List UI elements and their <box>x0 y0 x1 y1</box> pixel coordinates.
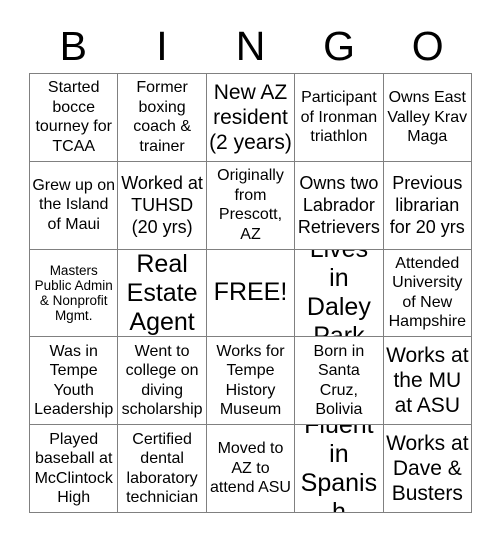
bingo-cell[interactable]: Attended University of New Hampshire <box>383 249 472 338</box>
bingo-cell[interactable]: Fluent in Spanish <box>295 425 384 513</box>
bingo-cell[interactable]: Owns East Valley Krav Maga <box>383 74 472 162</box>
bingo-header-letter-g: G <box>323 22 356 69</box>
bingo-cell[interactable]: Originally from Prescott, AZ <box>206 161 296 250</box>
bingo-cell[interactable]: New AZ resident (2 years) <box>206 74 296 162</box>
bingo-header-letter-i: I <box>156 22 168 69</box>
bingo-cell[interactable]: Real Estate Agent <box>118 249 207 338</box>
bingo-cell-label: New AZ resident (2 years) <box>209 80 292 154</box>
bingo-header-letter-o: O <box>411 22 444 69</box>
bingo-cell-label: Started bocce tourney for TCAA <box>35 79 112 155</box>
bingo-cell-label: Worked at TUHSD (20 yrs) <box>121 173 203 238</box>
bingo-cell-label: Went to college on diving scholarship <box>121 342 203 419</box>
bingo-card: B I N G O Started bocce tourney for TCAA… <box>0 0 500 544</box>
bingo-cell-label: Attended University of New Hampshire <box>388 254 466 331</box>
bingo-cell-label: Fluent in Spanish <box>300 425 378 513</box>
bingo-cell-label: Was in Tempe Youth Leadership <box>34 342 114 419</box>
bingo-cell-label: Grew up on the Island of Maui <box>32 176 116 233</box>
bingo-cell-label: Born in Santa Cruz, Bolivia <box>313 342 365 419</box>
bingo-cell[interactable]: Moved to AZ to attend ASU <box>206 425 296 513</box>
bingo-header-letter-n: N <box>235 22 266 69</box>
bingo-cell-label: Certified dental laboratory technician <box>126 430 199 507</box>
bingo-cell-label: Lives in Daley Park <box>306 250 371 338</box>
bingo-cell-label: Works for Tempe History Museum <box>216 342 285 419</box>
bingo-cell[interactable]: Owns two Labrador Retrievers <box>295 161 384 250</box>
bingo-cell[interactable]: Works for Tempe History Museum <box>206 337 296 426</box>
bingo-cell[interactable]: Lives in Daley Park <box>295 249 384 338</box>
bingo-cell[interactable]: Certified dental laboratory technician <box>118 425 207 513</box>
bingo-cell-label: Works at Dave & Busters <box>386 432 469 506</box>
bingo-cell-label: FREE! <box>213 278 288 307</box>
bingo-cell[interactable]: Former boxing coach & trainer <box>118 74 207 162</box>
bingo-cell[interactable]: Masters Public Admin & Nonprofit Mgmt. <box>30 249 119 338</box>
bingo-cell[interactable]: Participant of Ironman triathlon <box>295 74 384 162</box>
bingo-cell-label: Originally from Prescott, AZ <box>217 167 284 243</box>
bingo-cell-label: Played baseball at McClintock High <box>34 430 113 507</box>
bingo-cell[interactable]: Grew up on the Island of Maui <box>30 161 119 250</box>
bingo-cell[interactable]: Went to college on diving scholarship <box>118 337 207 426</box>
bingo-cell[interactable]: Works at the MU at ASU <box>383 337 472 426</box>
bingo-cell-label: Former boxing coach & trainer <box>133 79 191 155</box>
bingo-grid: Started bocce tourney for TCAA Former box… <box>29 73 472 513</box>
bingo-cell-label: Owns East Valley Krav Maga <box>387 89 468 146</box>
bingo-cell-label: Participant of Ironman triathlon <box>300 89 378 146</box>
bingo-header: B I N G O <box>29 18 472 73</box>
bingo-cell-label: Moved to AZ to attend ASU <box>210 440 291 497</box>
bingo-cell-label: Owns two Labrador Retrievers <box>297 173 380 238</box>
bingo-cell[interactable]: Works at Dave & Busters <box>383 425 472 513</box>
bingo-cell[interactable]: Played baseball at McClintock High <box>30 425 119 513</box>
bingo-cell-label: Real Estate Agent <box>126 249 198 336</box>
bingo-header-letter-b: B <box>59 22 87 69</box>
bingo-cell[interactable]: Born in Santa Cruz, Bolivia <box>295 337 384 426</box>
bingo-cell[interactable]: Previous librarian for 20 yrs <box>383 161 472 250</box>
bingo-cell[interactable]: Started bocce tourney for TCAA <box>30 74 119 162</box>
bingo-cell-label: Masters Public Admin & Nonprofit Mgmt. <box>34 262 113 323</box>
bingo-cell-free[interactable]: FREE! <box>206 249 296 338</box>
bingo-cell[interactable]: Was in Tempe Youth Leadership <box>30 337 119 426</box>
bingo-cell-label: Previous librarian for 20 yrs <box>389 173 465 238</box>
bingo-cell[interactable]: Worked at TUHSD (20 yrs) <box>118 161 207 250</box>
bingo-cell-label: Works at the MU at ASU <box>386 344 469 418</box>
